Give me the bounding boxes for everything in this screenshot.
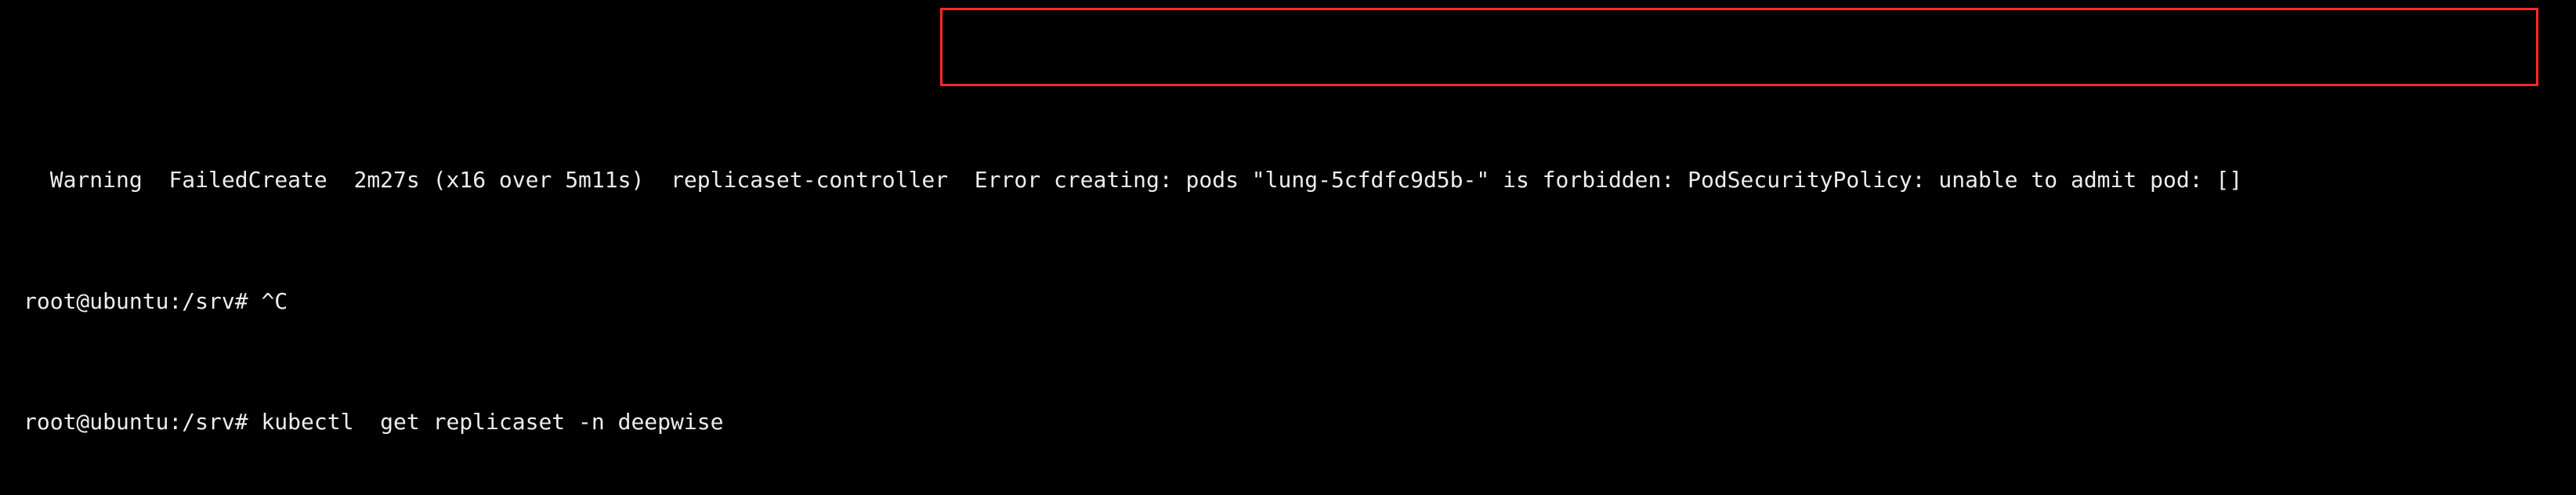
prompt-line-interrupt: root@ubuntu:/srv# ^C [24, 287, 2552, 317]
shell-prompt: root@ubuntu:/srv# [24, 409, 248, 435]
event-line: Warning FailedCreate 2m27s (x16 over 5m1… [24, 165, 2552, 196]
event-age: 2m27s [353, 167, 419, 193]
command-text: kubectl get replicaset -n deepwise [261, 409, 723, 435]
shell-prompt: root@ubuntu:/srv# [24, 288, 248, 314]
event-error: Error creating: pods "lung-5cfdfc9d5b-" … [975, 167, 2242, 193]
interrupt: ^C [261, 288, 288, 314]
event-type: Warning [50, 167, 143, 193]
error-highlight-box [940, 8, 2538, 86]
event-count: (x16 over 5m11s) [433, 167, 645, 193]
terminal-window[interactable]: Warning FailedCreate 2m27s (x16 over 5m1… [0, 0, 2576, 495]
event-reason: FailedCreate [168, 167, 327, 193]
prompt-line-command[interactable]: root@ubuntu:/srv# kubectl get replicaset… [24, 407, 2552, 438]
event-from: replicaset-controller [671, 167, 948, 193]
